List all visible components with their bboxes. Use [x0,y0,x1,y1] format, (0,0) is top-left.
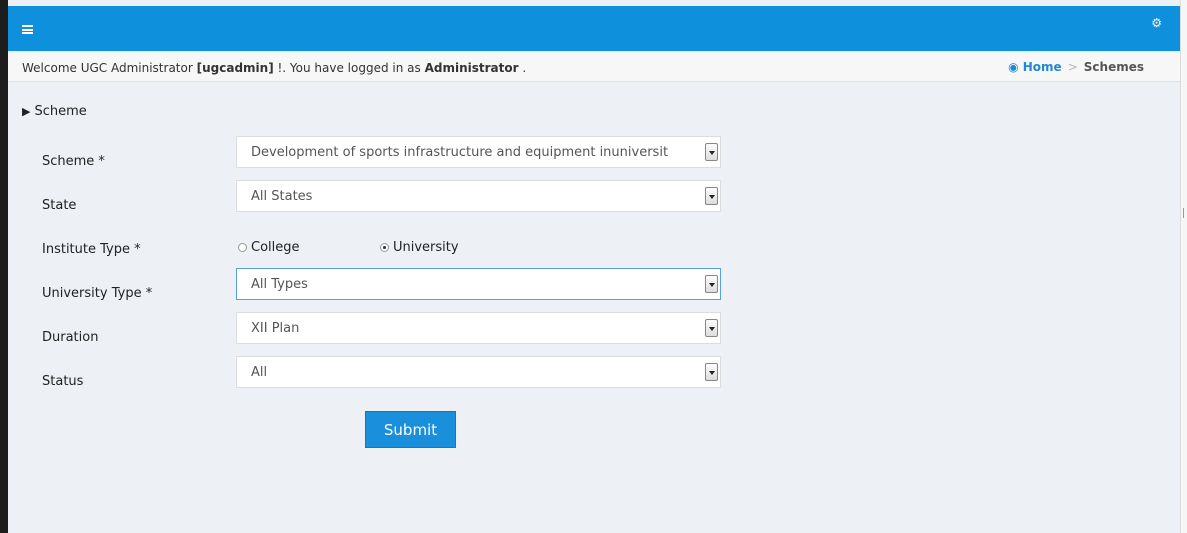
welcome-suffix: . [518,61,527,75]
breadcrumb-separator: > [1067,60,1078,74]
breadcrumb-home-link[interactable]: ◉ Home [1008,60,1062,74]
welcome-prefix: Welcome UGC Administrator [22,61,197,75]
dropdown-arrow-icon[interactable] [705,187,718,205]
scroll-tick [1183,208,1184,218]
status-select-value: All [251,365,268,380]
gears-icon[interactable]: ⚙ [1151,16,1162,30]
radio-university-circle[interactable] [380,243,389,252]
submit-button[interactable]: Submit [365,411,456,448]
university-type-select[interactable]: All Types [236,268,721,300]
welcome-middle: !. You have logged in as [273,61,425,75]
radio-college-circle[interactable] [238,243,247,252]
browser-frame: ⚙ Welcome UGC Administrator [ugcadmin] !… [0,0,1187,533]
university-type-label: University Type * [42,286,153,301]
welcome-message: Welcome UGC Administrator [ugcadmin] !. … [22,61,526,75]
duration-select[interactable]: XII Plan [236,312,721,344]
status-select[interactable]: All [236,356,721,388]
status-label: Status [42,374,84,389]
radio-university[interactable]: University [380,240,459,255]
dropdown-arrow-icon[interactable] [705,319,718,337]
scheme-section-toggle[interactable]: ▶ Scheme [22,104,87,119]
top-navbar: ⚙ [8,6,1180,51]
state-select-value: All States [251,189,313,204]
state-label: State [42,198,77,213]
section-title: Scheme [34,104,87,119]
radio-college-label: College [251,240,300,255]
scheme-select-value: Development of sports infrastructure and… [251,145,669,160]
breadcrumb-current: Schemes [1083,60,1144,74]
caret-right-icon: ▶ [22,105,31,118]
window-left-border [0,0,8,533]
hamburger-icon[interactable] [22,25,33,34]
scheme-label: Scheme * [42,154,105,169]
institute-type-label: Institute Type * [42,242,141,257]
breadcrumb-home-label: Home [1022,60,1062,74]
duration-label: Duration [42,330,99,345]
breadcrumb: ◉ Home > Schemes [1008,60,1144,74]
duration-select-value: XII Plan [251,321,300,336]
dropdown-arrow-icon[interactable] [705,275,718,293]
dashboard-icon: ◉ [1008,60,1019,74]
dropdown-arrow-icon[interactable] [705,363,718,381]
university-type-select-value: All Types [251,277,308,292]
dropdown-arrow-icon[interactable] [705,143,718,161]
state-select[interactable]: All States [236,180,721,212]
welcome-username: [ugcadmin] [196,61,274,75]
app-container: ⚙ Welcome UGC Administrator [ugcadmin] !… [8,0,1180,533]
radio-college[interactable]: College [238,240,300,255]
welcome-bar: Welcome UGC Administrator [ugcadmin] !. … [8,53,1180,82]
welcome-role: Administrator [424,61,519,75]
window-right-scrollbar[interactable] [1180,0,1187,533]
radio-university-label: University [393,240,459,255]
scheme-select[interactable]: Development of sports infrastructure and… [236,136,721,168]
